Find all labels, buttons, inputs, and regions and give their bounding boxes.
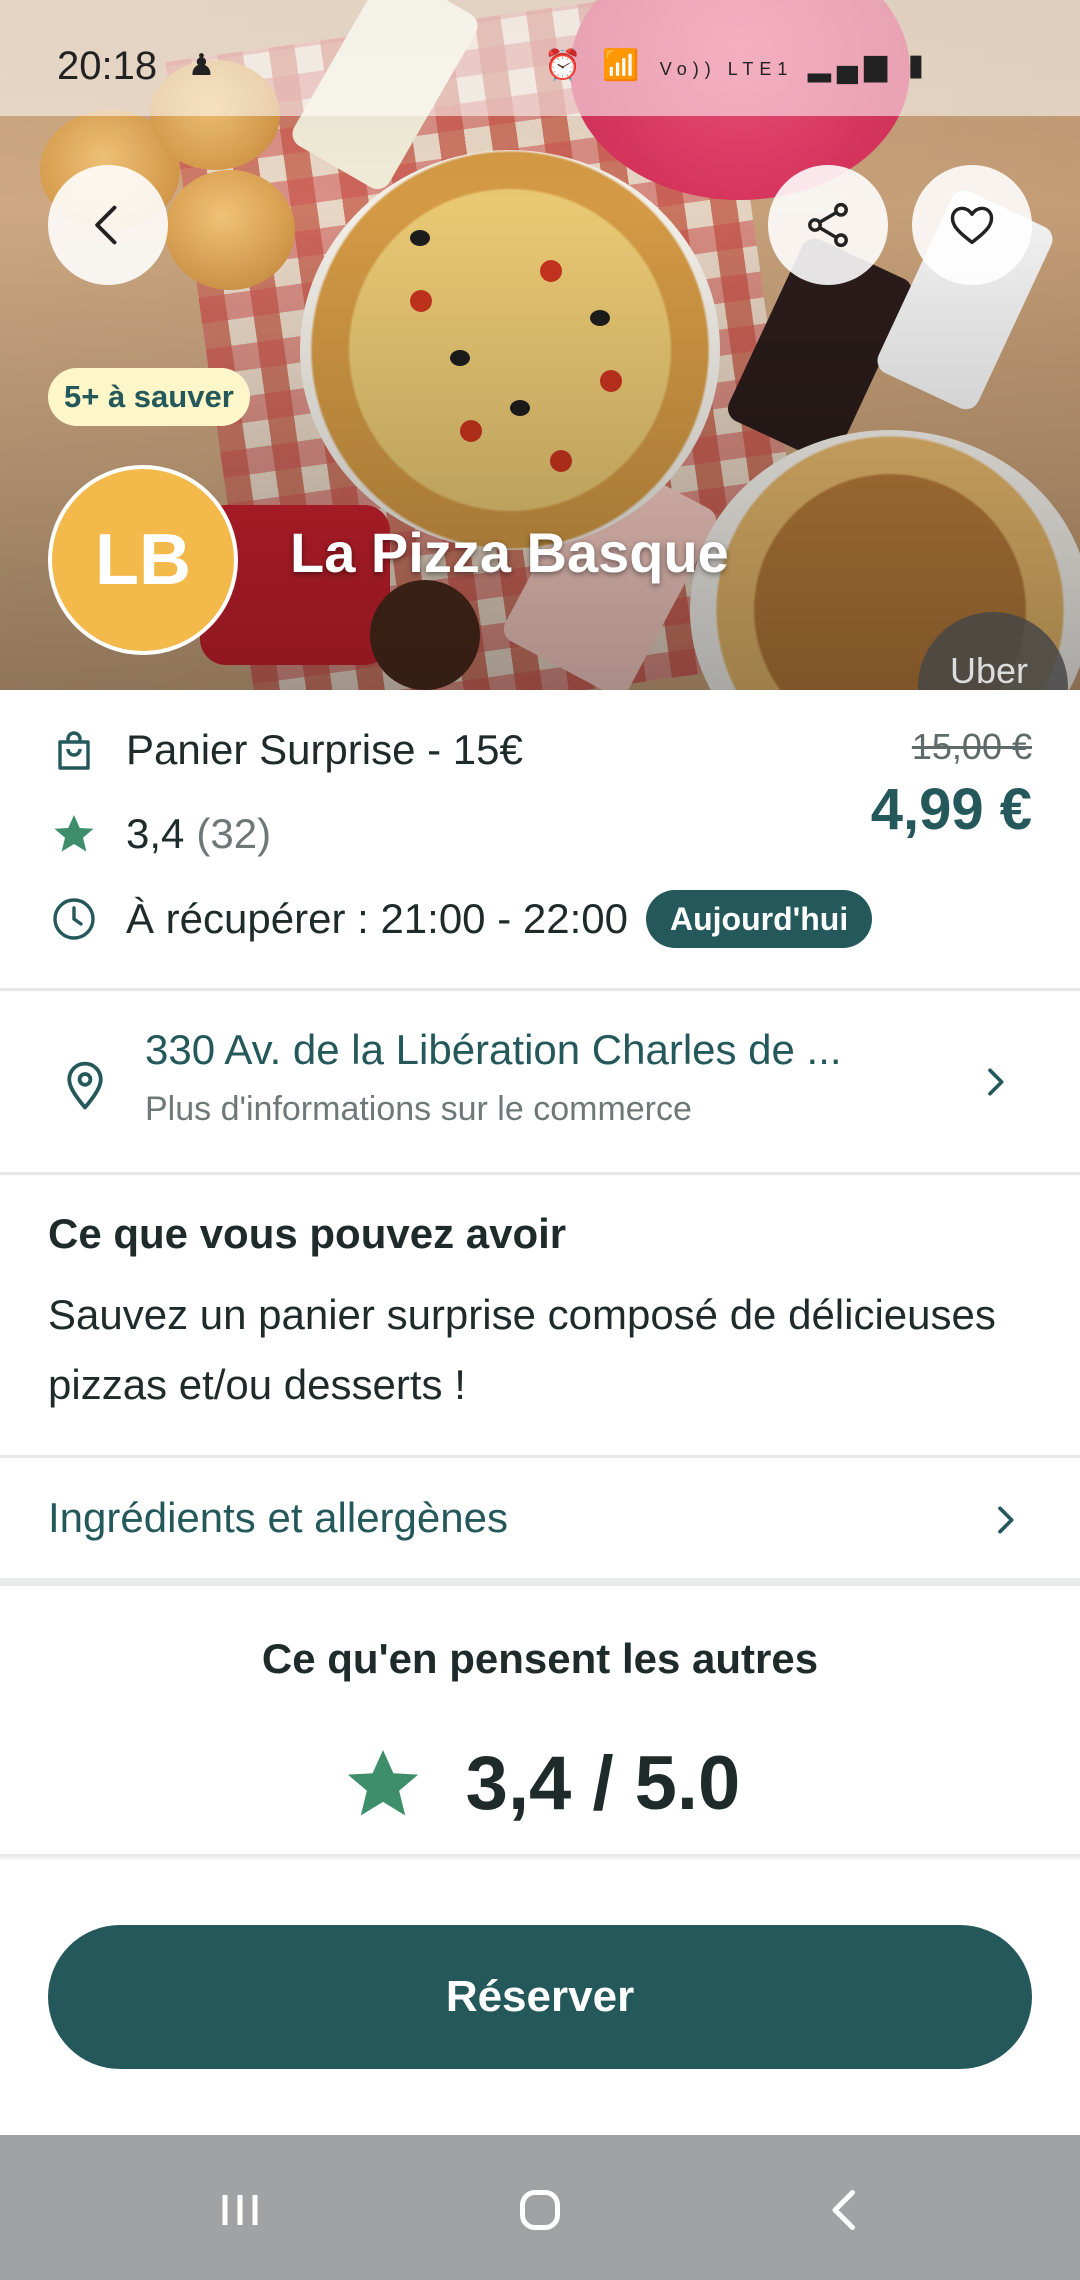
chevron-right-icon xyxy=(998,1506,1014,1534)
bottom-sheet-shadow xyxy=(0,1854,1080,1862)
share-icon xyxy=(808,202,848,248)
store-logo: LB xyxy=(48,465,238,655)
watermark: Uber xyxy=(950,650,1029,691)
pickup-row: À récupérer : 21:00 - 22:00 Aujourd'hui xyxy=(50,890,873,948)
clock-icon xyxy=(53,898,95,940)
rating-count: (32) xyxy=(196,810,272,857)
share-button[interactable] xyxy=(768,165,888,285)
bag-icon xyxy=(58,731,90,770)
system-nav-bar xyxy=(0,2135,1080,2280)
save-count-badge: 5+ à sauver xyxy=(48,368,250,426)
reviews-title: Ce qu'en pensent les autres xyxy=(261,1635,819,1682)
star-icon xyxy=(347,1749,418,1816)
battery-icon: ▮ xyxy=(907,49,930,82)
description-section: Ce que vous pouvez avoir Sauvez un panie… xyxy=(48,1210,1038,1420)
divider xyxy=(0,1172,1080,1175)
divider xyxy=(0,988,1080,991)
home-icon xyxy=(520,2190,560,2230)
chevron-right-icon xyxy=(988,1068,1004,1096)
chevron-left-icon xyxy=(95,205,117,245)
rating-row: 3,4 (32) xyxy=(50,810,271,858)
address-line: 330 Av. de la Libération Charles de ... xyxy=(145,1026,842,1073)
wifi-icon: 📶 xyxy=(601,49,646,82)
store-info-link: Plus d'informations sur le commerce xyxy=(145,1090,692,1128)
recent-apps-icon xyxy=(222,2195,258,2225)
section-divider xyxy=(0,1578,1080,1586)
status-time: 20:18 xyxy=(57,44,158,88)
recent-apps-button[interactable] xyxy=(200,2175,280,2245)
original-price: 15,00 € xyxy=(911,726,1032,767)
heart-icon xyxy=(950,206,994,245)
star-icon xyxy=(54,815,94,852)
store-name: La Pizza Basque xyxy=(290,521,729,584)
notification-icon: ♟ xyxy=(188,49,215,82)
pickup-day-badge: Aujourd'hui xyxy=(645,890,873,948)
location-pin-icon xyxy=(67,1061,103,1110)
back-nav-button[interactable] xyxy=(805,2175,885,2245)
back-button[interactable] xyxy=(48,165,168,285)
alarm-icon: ⏰ xyxy=(544,49,588,82)
ingredients-label: Ingrédients et allergènes xyxy=(48,1494,508,1541)
description-title: Ce que vous pouvez avoir xyxy=(48,1210,567,1257)
back-icon xyxy=(832,2190,855,2230)
address-row[interactable]: 330 Av. de la Libération Charles de ... … xyxy=(0,994,1080,1170)
discounted-price: 4,99 € xyxy=(870,777,1032,842)
status-icons: ⏰ 📶 Vo)) LTE1 ▂▄▆ ▮ xyxy=(544,48,930,83)
overall-rating-score: 3,4 / 5.0 xyxy=(465,1741,741,1826)
volte-icon: Vo)) LTE1 xyxy=(659,59,794,79)
reserve-button[interactable]: Réserver xyxy=(48,1925,1032,2069)
rating-value: 3,4 xyxy=(126,810,185,857)
offer-info: Panier Surprise - 15€ 3,4 (32) À récupér… xyxy=(0,690,1080,990)
pickup-time: À récupérer : 21:00 - 22:00 xyxy=(126,895,628,942)
offer-title-row: Panier Surprise - 15€ xyxy=(50,726,523,774)
home-button[interactable] xyxy=(500,2175,580,2245)
description-body: Sauvez un panier surprise composé de dél… xyxy=(48,1291,996,1408)
ingredients-row[interactable]: Ingrédients et allergènes xyxy=(0,1458,1080,1578)
favorite-button[interactable] xyxy=(912,165,1032,285)
status-bar: 20:18 ♟ ⏰ 📶 Vo)) LTE1 ▂▄▆ ▮ xyxy=(0,0,1080,116)
overall-rating: 3,4 / 5.0 xyxy=(0,1740,1080,1827)
signal-icon: ▂▄▆ xyxy=(807,49,894,82)
offer-title: Panier Surprise - 15€ xyxy=(126,726,523,773)
